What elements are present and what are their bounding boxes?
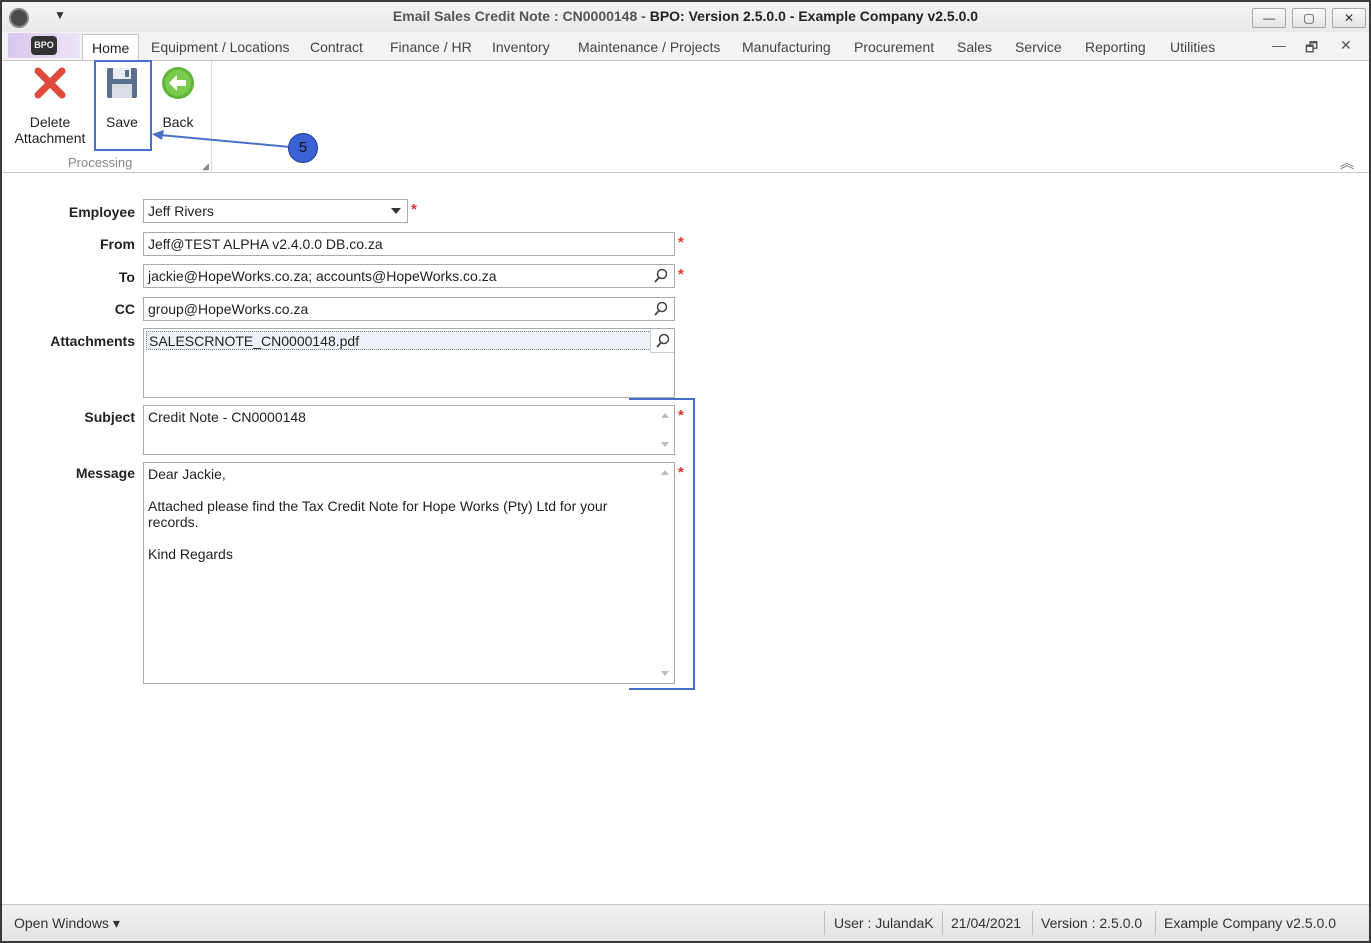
from-field[interactable]: Jeff@TEST ALPHA v2.4.0.0 DB.co.za	[143, 232, 675, 256]
open-windows-button[interactable]: Open Windows ▾	[14, 915, 120, 932]
message-label: Message	[75, 465, 135, 481]
status-bar: Open Windows ▾ User : JulandaK 21/04/202…	[2, 904, 1369, 941]
ribbon-group-separator	[211, 61, 212, 173]
save-highlight-box	[94, 60, 152, 151]
search-icon[interactable]	[654, 268, 668, 284]
employee-label: Employee	[68, 204, 135, 220]
status-user: User : JulandaK	[834, 915, 934, 931]
employee-value: Jeff Rivers	[148, 203, 214, 219]
attachment-filename: SALESCRNOTE_CN0000148.pdf	[149, 333, 360, 349]
tab-maintenance-projects[interactable]: Maintenance / Projects	[578, 39, 720, 55]
tab-equipment-locations[interactable]: Equipment / Locations	[151, 39, 290, 55]
processing-group-label: Processing	[68, 155, 133, 170]
title-bar: ▼ Email Sales Credit Note : CN0000148 - …	[2, 2, 1369, 32]
message-line-2: Attached please find the Tax Credit Note…	[148, 498, 608, 514]
from-label: From	[100, 236, 135, 252]
subject-value: Credit Note - CN0000148	[148, 409, 306, 425]
message-line-4: Kind Regards	[148, 546, 233, 562]
delete-x-icon	[34, 67, 66, 99]
back-arrow-icon	[162, 67, 194, 99]
status-separator	[1032, 911, 1033, 935]
cc-label: CC	[114, 301, 135, 317]
attachments-label: Attachments	[50, 333, 135, 349]
subject-label: Subject	[84, 409, 135, 425]
to-field[interactable]: jackie@HopeWorks.co.za; accounts@HopeWor…	[143, 264, 675, 288]
delete-attachment-label-2: Attachment	[14, 130, 86, 146]
tab-procurement[interactable]: Procurement	[854, 39, 934, 55]
chevron-down-icon[interactable]	[391, 208, 401, 214]
tab-sales[interactable]: Sales	[957, 39, 992, 55]
tab-home[interactable]: Home	[82, 34, 140, 61]
status-separator	[1155, 911, 1156, 935]
step-callout-badge: 5	[288, 133, 318, 163]
back-button[interactable]: Back	[158, 65, 198, 130]
message-line-1: Dear Jackie,	[148, 466, 226, 482]
tab-manufacturing[interactable]: Manufacturing	[742, 39, 831, 55]
search-icon[interactable]	[654, 301, 668, 317]
cc-field[interactable]: group@HopeWorks.co.za	[143, 297, 675, 321]
delete-attachment-label-1: Delete	[29, 114, 71, 130]
required-marker: *	[411, 201, 417, 218]
message-field[interactable]: Dear Jackie, Attached please find the Ta…	[143, 462, 675, 684]
window-title-prefix: Email Sales Credit Note : CN0000148 -	[392, 8, 650, 24]
from-value: Jeff@TEST ALPHA v2.4.0.0 DB.co.za	[148, 236, 383, 252]
maximize-button[interactable]: ▢	[1292, 8, 1326, 28]
tab-inventory[interactable]: Inventory	[492, 39, 550, 55]
mdi-close-button[interactable]: ✕	[1340, 37, 1352, 54]
to-label: To	[118, 269, 135, 285]
mdi-minimize-button[interactable]: —	[1272, 37, 1286, 53]
tab-utilities[interactable]: Utilities	[1170, 39, 1215, 55]
group-launcher-icon[interactable]: ◢	[202, 161, 209, 172]
search-icon	[656, 333, 670, 348]
cc-value: group@HopeWorks.co.za	[148, 301, 309, 317]
delete-attachment-button[interactable]: Delete Attachment	[12, 65, 88, 146]
ribbon-tabs: BPO Home Equipment / Locations Contract …	[2, 32, 1369, 61]
tab-contract[interactable]: Contract	[310, 39, 363, 55]
tab-service[interactable]: Service	[1015, 39, 1062, 55]
status-separator	[942, 911, 943, 935]
collapse-ribbon-icon[interactable]: ︽	[1340, 153, 1354, 173]
attachments-list[interactable]: SALESCRNOTE_CN0000148.pdf	[143, 328, 675, 398]
mdi-restore-button[interactable]: 🗗	[1305, 37, 1318, 61]
attachment-search-button[interactable]	[650, 329, 674, 353]
required-marker: *	[678, 266, 684, 283]
tab-reporting[interactable]: Reporting	[1085, 39, 1146, 55]
subject-field[interactable]: Credit Note - CN0000148	[143, 405, 675, 455]
tab-finance-hr[interactable]: Finance / HR	[390, 39, 472, 55]
ribbon-panel: Delete Attachment Save Back Processing ◢…	[2, 60, 1369, 173]
status-separator	[824, 911, 825, 935]
bpo-logo-icon: BPO	[31, 36, 57, 55]
status-date: 21/04/2021	[951, 915, 1022, 931]
window-title-main: BPO: Version 2.5.0.0 - Example Company v…	[649, 8, 979, 24]
close-button[interactable]: ✕	[1332, 8, 1366, 28]
status-version: Version : 2.5.0.0	[1041, 915, 1143, 931]
message-line-3: records.	[148, 514, 199, 530]
attachment-item[interactable]: SALESCRNOTE_CN0000148.pdf	[146, 331, 651, 350]
minimize-button[interactable]: —	[1252, 8, 1286, 28]
subject-message-highlight-bracket	[629, 398, 695, 690]
required-marker: *	[678, 234, 684, 251]
to-value: jackie@HopeWorks.co.za; accounts@HopeWor…	[148, 268, 497, 284]
callout-arrow	[152, 130, 291, 148]
status-company: Example Company v2.5.0.0	[1164, 915, 1336, 931]
employee-dropdown[interactable]: Jeff Rivers	[143, 199, 408, 223]
app-menu-button[interactable]: BPO	[8, 33, 80, 58]
window-title: Email Sales Credit Note : CN0000148 - BP…	[2, 8, 1369, 24]
